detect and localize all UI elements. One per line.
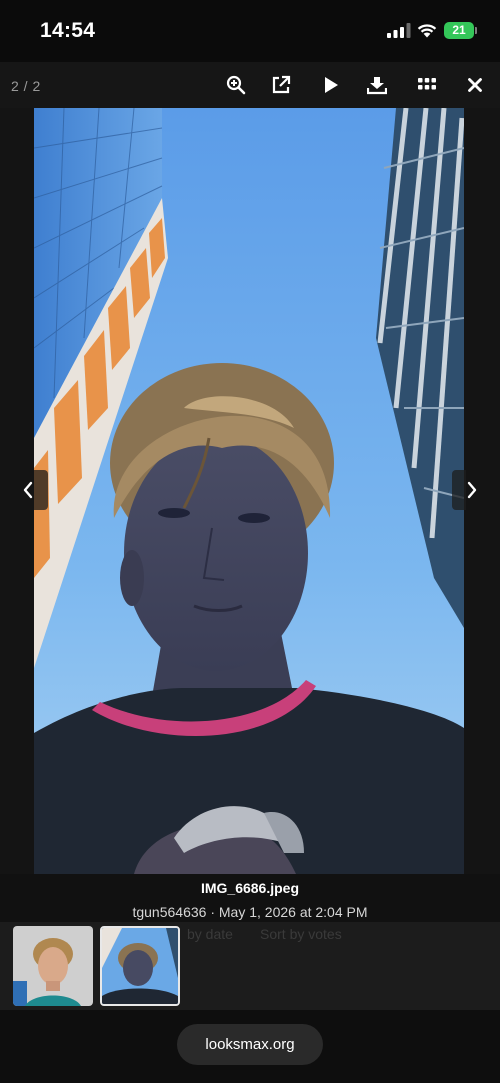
image-meta: tgun564636 · May 1, 2026 at 2:04 PM <box>132 904 368 920</box>
sort-by-votes-link: Sort by votes <box>260 926 342 942</box>
sort-by-date-link: by date <box>187 926 233 942</box>
image-counter: 2 / 2 <box>11 78 41 94</box>
thumbnail-strip: by date Sort by votes <box>0 922 500 1010</box>
battery-level: 21 <box>444 22 474 39</box>
thumbnail-2-image <box>102 928 178 1004</box>
chevron-right-icon <box>467 481 477 499</box>
previous-edge-tab[interactable] <box>34 470 48 510</box>
download-button[interactable] <box>363 71 391 99</box>
zoom-in-button[interactable] <box>222 71 250 99</box>
thumbnail-2-selected[interactable] <box>100 926 180 1006</box>
next-image-button[interactable] <box>461 478 483 502</box>
image-file-name: IMG_6686.jpeg <box>200 880 300 896</box>
close-lightbox-button[interactable] <box>461 71 489 99</box>
thumbnail-1[interactable] <box>13 926 93 1006</box>
slideshow-button[interactable] <box>317 71 345 99</box>
thumbnails-toggle-button[interactable] <box>413 71 441 99</box>
cellular-signal-icon <box>387 23 411 38</box>
battery-cap <box>475 27 477 34</box>
browser-bottom-bar: looksmax.org <box>0 1010 500 1083</box>
status-bar: 14:54 21 <box>0 0 500 62</box>
lightbox-toolbar: 2 / 2 <box>0 62 500 108</box>
open-original-button[interactable] <box>267 71 295 99</box>
browser-url-pill[interactable]: looksmax.org <box>177 1024 323 1065</box>
grid-icon <box>418 78 436 90</box>
thumbnail-1-image <box>13 926 93 1006</box>
chevron-left-icon <box>23 481 33 499</box>
lightbox-photo[interactable] <box>34 108 464 874</box>
zoom-in-icon <box>226 75 246 95</box>
photo-illustration <box>34 108 464 874</box>
status-time: 14:54 <box>40 19 96 42</box>
download-icon <box>367 77 387 95</box>
play-slideshow-icon <box>325 77 338 93</box>
image-lightbox-screen: 14:54 21 2 / 2 IMG_6686.jpeg tgun564636 … <box>0 0 500 1083</box>
image-caption: IMG_6686.jpeg tgun564636 · May 1, 2026 a… <box>0 874 500 924</box>
wifi-icon <box>417 24 437 38</box>
close-icon <box>468 78 482 92</box>
open-external-icon <box>272 75 291 94</box>
